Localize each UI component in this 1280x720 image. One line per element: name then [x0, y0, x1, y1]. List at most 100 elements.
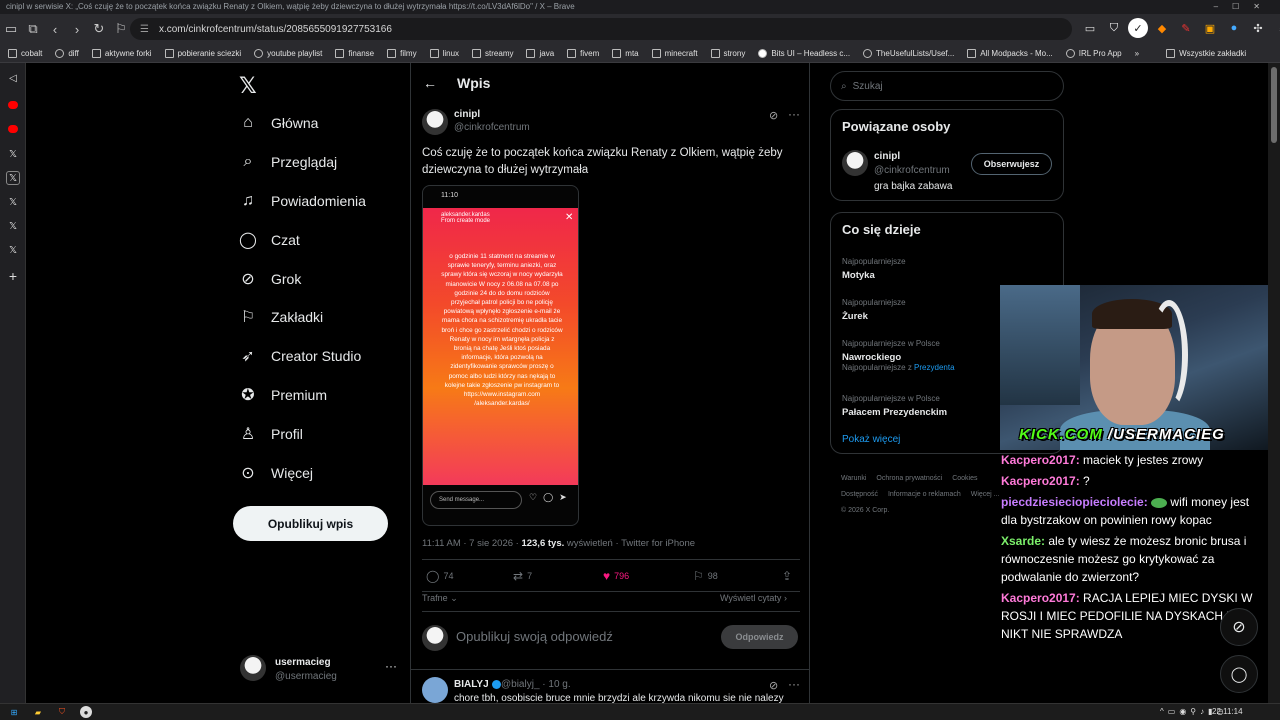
check-extension-icon[interactable]: ✓ [1128, 18, 1148, 38]
bookmark-item[interactable]: diff [55, 48, 79, 58]
more-dots-icon[interactable]: ··· [788, 677, 800, 691]
bookmark-item[interactable]: cobalt [8, 48, 42, 58]
bookmark-item[interactable]: All Modpacks - Mo... [967, 48, 1053, 58]
messages-fab-icon[interactable]: ◯ [1220, 655, 1258, 693]
related-handle[interactable]: @cinkrofcentrum [874, 165, 950, 176]
address-bar[interactable]: ☰ x.com/cinkrofcentrum/status/2085655091… [130, 18, 1072, 40]
tabs-icon[interactable]: ⧉ [22, 18, 44, 40]
bookmark-item[interactable]: IRL Pro App [1065, 48, 1122, 58]
x-icon[interactable]: 𝕏 [6, 147, 20, 161]
start-icon[interactable]: ⊞ [8, 706, 20, 718]
extension-icon[interactable]: ● [1224, 18, 1244, 38]
extension-icon[interactable]: ▣ [1200, 18, 1220, 38]
brave-shield-icon[interactable]: ⛉ [1104, 18, 1124, 38]
scrollbar-thumb[interactable] [1271, 67, 1277, 143]
brave-icon[interactable]: ⛉ [56, 706, 68, 718]
repost-action[interactable]: ⇄ 7 [513, 569, 532, 583]
extensions-puzzle-icon[interactable]: ✣ [1248, 18, 1268, 38]
sort-dropdown[interactable]: Trafne ⌄ [422, 593, 458, 604]
like-action[interactable]: ♥ 796 [603, 569, 629, 583]
bookmark-folder[interactable]: Wszystkie zakładki [1166, 48, 1246, 58]
nav-item-creator-studio[interactable]: ➶ Creator Studio [237, 340, 361, 372]
nav-item-chat[interactable]: ◯ Czat [237, 224, 300, 256]
reply-button[interactable]: Odpowiedz [721, 625, 798, 649]
reply-author-handle[interactable]: @bialyj_ · 10 g. [501, 679, 571, 690]
avatar[interactable] [422, 677, 448, 703]
download-icon[interactable]: ⤓ [1272, 18, 1280, 38]
bookmark-folder[interactable]: java [526, 48, 554, 58]
page-scrollbar[interactable] [1268, 63, 1280, 703]
search-input[interactable]: ⌕ Szukaj [830, 71, 1064, 101]
speaker-icon[interactable]: ◁ [6, 71, 20, 85]
avatar[interactable] [422, 109, 448, 135]
nav-item-premium[interactable]: ✪ Premium [237, 379, 327, 411]
nav-item-home[interactable]: ⌂ Główna [237, 107, 318, 139]
forward-icon[interactable]: › [66, 18, 88, 40]
bookmark-folder[interactable]: mta [612, 48, 639, 58]
bookmark-folder[interactable]: streamy [472, 48, 513, 58]
author-name[interactable]: cinipl [454, 109, 480, 120]
bookmark-folder[interactable]: minecraft [651, 48, 698, 58]
bookmark-item[interactable]: pobieranie sciezki [164, 48, 241, 58]
share-action[interactable]: ⇪ [782, 569, 796, 583]
bookmark-item[interactable]: youtube playlist [254, 48, 322, 58]
x-icon[interactable]: 𝕏 [6, 195, 20, 209]
back-icon[interactable]: ‹ [44, 18, 66, 40]
trend-item[interactable]: Najpopularniejsze Motyka [842, 257, 906, 281]
x-icon[interactable]: 𝕏 [6, 243, 20, 257]
more-dots-icon[interactable]: ··· [788, 107, 800, 121]
bookmark-folder[interactable]: fivem [567, 48, 599, 58]
grok-icon[interactable]: ⊘ [769, 679, 778, 692]
folder-icon[interactable]: ▰ [32, 706, 44, 718]
account-switcher[interactable]: usermacieg @usermacieg ··· [240, 655, 400, 685]
nav-item-explore[interactable]: ⌕ Przeglądaj [237, 146, 338, 178]
youtube-icon[interactable] [8, 125, 18, 133]
sidebar-toggle-icon[interactable]: ▭ [0, 18, 22, 40]
nav-item-grok[interactable]: ⊘ Grok [237, 263, 301, 295]
grok-icon[interactable]: ⊘ [769, 109, 778, 122]
reply-author-name[interactable]: BIALYJ [454, 679, 504, 690]
nav-item-notifications[interactable]: ♫ Powiadomienia [237, 185, 366, 217]
following-button[interactable]: Obserwujesz [971, 153, 1052, 175]
x-logo-icon[interactable]: 𝕏 [239, 73, 257, 99]
show-more-link[interactable]: Pokaż więcej [842, 434, 900, 445]
bookmark-action[interactable]: ⚐ 98 [693, 569, 718, 583]
extension-icon[interactable]: ✎ [1176, 18, 1196, 38]
bookmark-item[interactable]: Bits UI – Headless c... [758, 48, 850, 58]
post-media-image[interactable]: 11:10 aleksander.kardas From create mode … [422, 185, 579, 526]
nav-item-profile[interactable]: ♙ Profil [237, 418, 303, 450]
youtube-icon[interactable] [8, 101, 18, 109]
avatar[interactable] [842, 150, 868, 176]
reply-action[interactable]: ◯ 74 [426, 569, 453, 583]
reply-input[interactable]: Opublikuj swoją odpowiedź [456, 629, 613, 644]
screen-share-icon[interactable]: ▭ [1080, 18, 1100, 38]
app-icon[interactable]: ● [80, 706, 92, 718]
site-settings-icon[interactable]: ☰ [140, 24, 149, 35]
extension-icon[interactable]: ◆ [1152, 18, 1172, 38]
grok-fab-icon[interactable]: ⊘ [1220, 608, 1258, 646]
bookmark-folder[interactable]: filmy [387, 48, 417, 58]
nav-item-more[interactable]: ⊙ Więcej [237, 457, 313, 489]
related-name[interactable]: cinipl [874, 151, 900, 162]
bookmarks-overflow-icon[interactable]: » [1135, 49, 1139, 58]
view-quotes-link[interactable]: Wyświetl cytaty › [720, 593, 787, 603]
back-arrow-icon[interactable]: ← [423, 75, 437, 91]
bookmark-page-icon[interactable]: ⚐ [110, 18, 132, 40]
bookmark-folder[interactable]: strony [710, 48, 745, 58]
x-icon[interactable]: 𝕏 [6, 219, 20, 233]
window-controls[interactable]: –☐✕ [1214, 0, 1274, 14]
bookmark-folder[interactable]: linux [429, 48, 459, 58]
trend-item[interactable]: Najpopularniejsze Żurek [842, 298, 906, 322]
trend-item[interactable]: Najpopularniejsze w Polsce Pałacem Prezyd… [842, 394, 947, 418]
more-dots-icon[interactable]: ··· [385, 659, 397, 673]
bookmark-folder[interactable]: finanse [335, 48, 374, 58]
x-icon[interactable]: 𝕏 [6, 171, 20, 185]
bookmark-item[interactable]: TheUsefulLists/Usef... [863, 48, 954, 58]
reload-icon[interactable]: ↻ [88, 18, 110, 40]
trend-item[interactable]: Najpopularniejsze w Polsce Nawrockiego Naj… [842, 339, 955, 372]
nav-item-bookmarks[interactable]: ⚐ Zakładki [237, 301, 323, 333]
add-panel-icon[interactable]: + [6, 268, 20, 284]
bookmark-item[interactable]: aktywne forki [91, 48, 152, 58]
post-button[interactable]: Opublikuj wpis [233, 506, 388, 541]
author-handle[interactable]: @cinkrofcentrum [454, 122, 530, 133]
